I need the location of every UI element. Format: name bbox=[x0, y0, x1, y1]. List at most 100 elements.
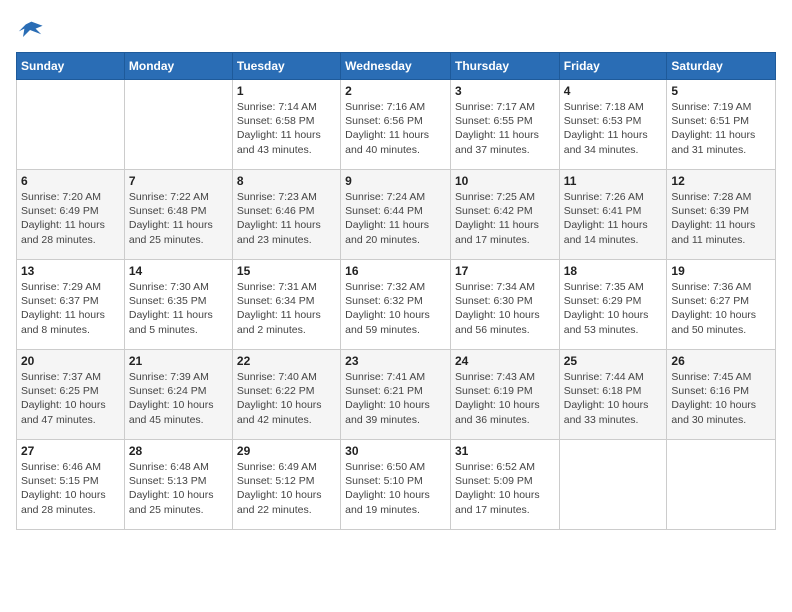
day-number: 9 bbox=[345, 174, 446, 188]
day-number: 30 bbox=[345, 444, 446, 458]
calendar-cell bbox=[17, 80, 125, 170]
day-number: 12 bbox=[671, 174, 771, 188]
calendar-cell: 14 Sunrise: 7:30 AM Sunset: 6:35 PM Dayli… bbox=[124, 260, 232, 350]
calendar-cell: 8 Sunrise: 7:23 AM Sunset: 6:46 PM Daylig… bbox=[232, 170, 340, 260]
day-info: Sunrise: 7:20 AM Sunset: 6:49 PM Dayligh… bbox=[21, 190, 120, 247]
day-info: Sunrise: 7:31 AM Sunset: 6:34 PM Dayligh… bbox=[237, 280, 336, 337]
day-number: 8 bbox=[237, 174, 336, 188]
calendar-cell: 25Sunrise: 7:44 AM Sunset: 6:18 PM Dayli… bbox=[559, 350, 667, 440]
day-number: 26 bbox=[671, 354, 771, 368]
day-number: 1 bbox=[237, 84, 336, 98]
col-monday: Monday bbox=[124, 53, 232, 80]
day-number: 6 bbox=[21, 174, 120, 188]
day-number: 22 bbox=[237, 354, 336, 368]
day-info: Sunrise: 7:16 AM Sunset: 6:56 PM Dayligh… bbox=[345, 100, 446, 157]
calendar-cell: 24 Sunrise: 7:43 AM Sunset: 6:19 PM Dayli… bbox=[450, 350, 559, 440]
calendar-cell: 21 Sunrise: 7:39 AM Sunset: 6:24 PM Dayli… bbox=[124, 350, 232, 440]
day-info: Sunrise: 7:40 AM Sunset: 6:22 PM Dayligh… bbox=[237, 370, 336, 427]
calendar-cell: 30Sunrise: 6:50 AM Sunset: 5:10 PM Dayli… bbox=[341, 440, 451, 530]
day-info: Sunrise: 7:22 AM Sunset: 6:48 PM Dayligh… bbox=[129, 190, 228, 247]
calendar-week-row: 1 Sunrise: 7:14 AM Sunset: 6:58 PM Daylig… bbox=[17, 80, 776, 170]
col-wednesday: Wednesday bbox=[341, 53, 451, 80]
day-info: Sunrise: 7:30 AM Sunset: 6:35 PM Dayligh… bbox=[129, 280, 228, 337]
day-info: Sunrise: 6:46 AM Sunset: 5:15 PM Dayligh… bbox=[21, 460, 120, 517]
day-info: Sunrise: 7:28 AM Sunset: 6:39 PM Dayligh… bbox=[671, 190, 771, 247]
day-info: Sunrise: 7:43 AM Sunset: 6:19 PM Dayligh… bbox=[455, 370, 555, 427]
day-number: 7 bbox=[129, 174, 228, 188]
day-number: 21 bbox=[129, 354, 228, 368]
day-number: 17 bbox=[455, 264, 555, 278]
day-number: 16 bbox=[345, 264, 446, 278]
day-info: Sunrise: 7:44 AM Sunset: 6:18 PM Dayligh… bbox=[564, 370, 663, 427]
calendar-cell bbox=[667, 440, 776, 530]
logo bbox=[16, 16, 46, 44]
day-info: Sunrise: 7:35 AM Sunset: 6:29 PM Dayligh… bbox=[564, 280, 663, 337]
calendar-cell: 16 Sunrise: 7:32 AM Sunset: 6:32 PM Dayli… bbox=[341, 260, 451, 350]
day-info: Sunrise: 7:29 AM Sunset: 6:37 PM Dayligh… bbox=[21, 280, 120, 337]
calendar-cell: 31 Sunrise: 6:52 AM Sunset: 5:09 PM Dayli… bbox=[450, 440, 559, 530]
day-number: 14 bbox=[129, 264, 228, 278]
logo-bird-icon bbox=[16, 16, 44, 44]
page: Sunday Monday Tuesday Wednesday Thursday… bbox=[0, 0, 792, 612]
day-number: 23 bbox=[345, 354, 446, 368]
day-number: 28 bbox=[129, 444, 228, 458]
calendar-cell: 1 Sunrise: 7:14 AM Sunset: 6:58 PM Daylig… bbox=[232, 80, 340, 170]
day-number: 18 bbox=[564, 264, 663, 278]
calendar-cell: 11 Sunrise: 7:26 AM Sunset: 6:41 PM Dayli… bbox=[559, 170, 667, 260]
day-info: Sunrise: 7:19 AM Sunset: 6:51 PM Dayligh… bbox=[671, 100, 771, 157]
col-thursday: Thursday bbox=[450, 53, 559, 80]
calendar-week-row: 27 Sunrise: 6:46 AM Sunset: 5:15 PM Dayli… bbox=[17, 440, 776, 530]
day-number: 24 bbox=[455, 354, 555, 368]
day-info: Sunrise: 6:48 AM Sunset: 5:13 PM Dayligh… bbox=[129, 460, 228, 517]
header bbox=[16, 16, 776, 44]
day-info: Sunrise: 7:34 AM Sunset: 6:30 PM Dayligh… bbox=[455, 280, 555, 337]
day-number: 31 bbox=[455, 444, 555, 458]
day-info: Sunrise: 7:17 AM Sunset: 6:55 PM Dayligh… bbox=[455, 100, 555, 157]
col-tuesday: Tuesday bbox=[232, 53, 340, 80]
calendar-cell: 7 Sunrise: 7:22 AM Sunset: 6:48 PM Daylig… bbox=[124, 170, 232, 260]
calendar-cell: 10 Sunrise: 7:25 AM Sunset: 6:42 PM Dayli… bbox=[450, 170, 559, 260]
day-info: Sunrise: 7:26 AM Sunset: 6:41 PM Dayligh… bbox=[564, 190, 663, 247]
calendar-cell: 27 Sunrise: 6:46 AM Sunset: 5:15 PM Dayli… bbox=[17, 440, 125, 530]
day-info: Sunrise: 7:45 AM Sunset: 6:16 PM Dayligh… bbox=[671, 370, 771, 427]
calendar-cell: 22 Sunrise: 7:40 AM Sunset: 6:22 PM Dayli… bbox=[232, 350, 340, 440]
day-info: Sunrise: 7:25 AM Sunset: 6:42 PM Dayligh… bbox=[455, 190, 555, 247]
day-info: Sunrise: 7:41 AM Sunset: 6:21 PM Dayligh… bbox=[345, 370, 446, 427]
calendar-cell: 29Sunrise: 6:49 AM Sunset: 5:12 PM Dayli… bbox=[232, 440, 340, 530]
day-info: Sunrise: 7:37 AM Sunset: 6:25 PM Dayligh… bbox=[21, 370, 120, 427]
calendar-cell: 5 Sunrise: 7:19 AM Sunset: 6:51 PM Daylig… bbox=[667, 80, 776, 170]
day-info: Sunrise: 7:32 AM Sunset: 6:32 PM Dayligh… bbox=[345, 280, 446, 337]
calendar-cell: 15 Sunrise: 7:31 AM Sunset: 6:34 PM Dayli… bbox=[232, 260, 340, 350]
day-info: Sunrise: 7:18 AM Sunset: 6:53 PM Dayligh… bbox=[564, 100, 663, 157]
day-number: 19 bbox=[671, 264, 771, 278]
day-info: Sunrise: 7:23 AM Sunset: 6:46 PM Dayligh… bbox=[237, 190, 336, 247]
day-info: Sunrise: 6:49 AM Sunset: 5:12 PM Dayligh… bbox=[237, 460, 336, 517]
col-saturday: Saturday bbox=[667, 53, 776, 80]
day-info: Sunrise: 7:36 AM Sunset: 6:27 PM Dayligh… bbox=[671, 280, 771, 337]
day-number: 27 bbox=[21, 444, 120, 458]
calendar-week-row: 20 Sunrise: 7:37 AM Sunset: 6:25 PM Dayli… bbox=[17, 350, 776, 440]
day-number: 11 bbox=[564, 174, 663, 188]
calendar-week-row: 13 Sunrise: 7:29 AM Sunset: 6:37 PM Dayli… bbox=[17, 260, 776, 350]
day-number: 2 bbox=[345, 84, 446, 98]
calendar-cell: 12 Sunrise: 7:28 AM Sunset: 6:39 PM Dayli… bbox=[667, 170, 776, 260]
day-number: 3 bbox=[455, 84, 555, 98]
day-number: 15 bbox=[237, 264, 336, 278]
calendar-cell: 23 Sunrise: 7:41 AM Sunset: 6:21 PM Dayli… bbox=[341, 350, 451, 440]
day-number: 13 bbox=[21, 264, 120, 278]
day-number: 5 bbox=[671, 84, 771, 98]
day-info: Sunrise: 7:14 AM Sunset: 6:58 PM Dayligh… bbox=[237, 100, 336, 157]
day-number: 10 bbox=[455, 174, 555, 188]
col-friday: Friday bbox=[559, 53, 667, 80]
day-number: 4 bbox=[564, 84, 663, 98]
day-info: Sunrise: 6:52 AM Sunset: 5:09 PM Dayligh… bbox=[455, 460, 555, 517]
calendar-cell: 20 Sunrise: 7:37 AM Sunset: 6:25 PM Dayli… bbox=[17, 350, 125, 440]
calendar-cell: 9 Sunrise: 7:24 AM Sunset: 6:44 PM Daylig… bbox=[341, 170, 451, 260]
day-info: Sunrise: 7:24 AM Sunset: 6:44 PM Dayligh… bbox=[345, 190, 446, 247]
calendar-cell: 6 Sunrise: 7:20 AM Sunset: 6:49 PM Daylig… bbox=[17, 170, 125, 260]
calendar-week-row: 6 Sunrise: 7:20 AM Sunset: 6:49 PM Daylig… bbox=[17, 170, 776, 260]
day-number: 20 bbox=[21, 354, 120, 368]
day-info: Sunrise: 7:39 AM Sunset: 6:24 PM Dayligh… bbox=[129, 370, 228, 427]
calendar-cell: 19 Sunrise: 7:36 AM Sunset: 6:27 PM Dayli… bbox=[667, 260, 776, 350]
calendar-cell: 26 Sunrise: 7:45 AM Sunset: 6:16 PM Dayli… bbox=[667, 350, 776, 440]
